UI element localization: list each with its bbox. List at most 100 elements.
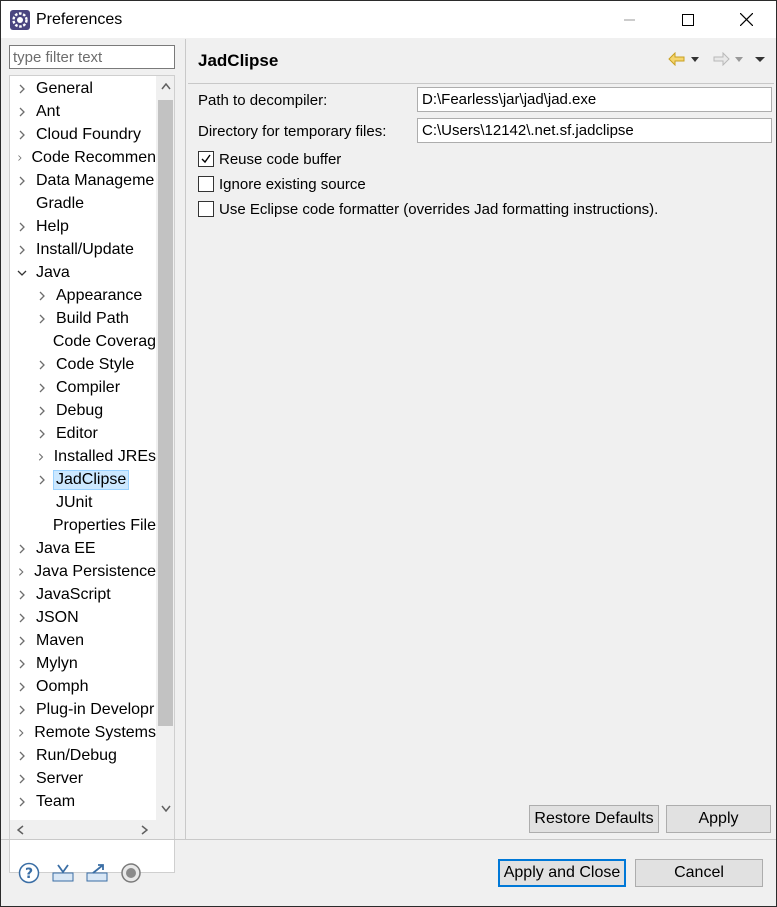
chevron-down-icon[interactable] <box>16 267 28 279</box>
scroll-left-button[interactable] <box>10 820 30 839</box>
tree-item[interactable]: Server <box>10 767 156 790</box>
chevron-right-icon[interactable] <box>16 727 26 739</box>
back-arrow-icon[interactable] <box>668 52 686 66</box>
chevron-right-icon[interactable] <box>36 382 48 394</box>
chevron-right-icon[interactable] <box>16 152 24 164</box>
tree-item[interactable]: Installed JREs <box>10 445 156 468</box>
chevron-right-icon[interactable] <box>16 589 28 601</box>
chevron-right-icon[interactable] <box>36 313 48 325</box>
chevron-right-icon[interactable] <box>16 750 28 762</box>
tree-item[interactable]: Java <box>10 261 156 284</box>
tree-item[interactable]: Java EE <box>10 537 156 560</box>
minimize-button[interactable] <box>601 1 659 38</box>
scroll-down-button[interactable] <box>156 798 174 818</box>
tree-vertical-scrollbar[interactable] <box>156 76 174 820</box>
chevron-right-icon[interactable] <box>16 681 28 693</box>
import-button[interactable] <box>50 861 76 885</box>
tree-item[interactable]: Properties File <box>10 514 156 537</box>
chevron-right-icon[interactable] <box>16 83 28 95</box>
scroll-right-button[interactable] <box>134 820 154 839</box>
forward-arrow-icon[interactable] <box>712 52 730 66</box>
temp-directory-label: Directory for temporary files: <box>198 123 387 140</box>
cancel-button[interactable]: Cancel <box>635 859 763 887</box>
eclipse-formatter-label: Use Eclipse code formatter (overrides Ja… <box>219 200 659 218</box>
tree-item[interactable]: General <box>10 77 156 100</box>
tree-item[interactable]: Mylyn <box>10 652 156 675</box>
temp-directory-input[interactable]: C:\Users\12142\.net.sf.jadclipse <box>417 118 772 143</box>
export-button[interactable] <box>84 861 110 885</box>
chevron-right-icon[interactable] <box>16 175 28 187</box>
chevron-right-icon[interactable] <box>16 543 28 555</box>
chevron-right-icon[interactable] <box>16 566 26 578</box>
chevron-right-icon[interactable] <box>16 221 28 233</box>
scroll-thumb[interactable] <box>158 100 173 726</box>
chevron-right-icon[interactable] <box>16 106 28 118</box>
apply-button[interactable]: Apply <box>666 805 771 833</box>
chevron-right-icon[interactable] <box>16 129 28 141</box>
tree-item[interactable]: Ant <box>10 100 156 123</box>
tree-horizontal-scrollbar[interactable] <box>10 820 156 839</box>
page-title: JadClipse <box>198 51 279 70</box>
record-button[interactable] <box>118 861 144 885</box>
chevron-right-icon[interactable] <box>16 773 28 785</box>
tree-item[interactable]: Java Persistence <box>10 560 156 583</box>
tree-item-label: Ant <box>36 102 61 120</box>
preferences-window: Preferences General Ant Cloud Foundry Code … <box>0 0 777 907</box>
tree-item[interactable]: Code Style <box>10 353 156 376</box>
tree-item[interactable]: Code Coverag <box>10 330 156 353</box>
eclipse-formatter-option[interactable]: Use Eclipse code formatter (overrides Ja… <box>198 199 658 219</box>
chevron-right-icon[interactable] <box>36 428 48 440</box>
tree-item[interactable]: Editor <box>10 422 156 445</box>
maximize-button[interactable] <box>659 1 717 38</box>
close-button[interactable] <box>717 1 775 38</box>
tree-item[interactable]: JUnit <box>10 491 156 514</box>
tree-item[interactable]: Plug-in Developr <box>10 698 156 721</box>
chevron-right-icon[interactable] <box>16 635 28 647</box>
tree-item[interactable]: Team <box>10 790 156 813</box>
tree-item[interactable]: Code Recommen <box>10 146 156 169</box>
chevron-right-icon[interactable] <box>36 359 48 371</box>
tree-item[interactable]: Gradle <box>10 192 156 215</box>
help-button[interactable]: ? <box>16 861 42 885</box>
restore-defaults-button[interactable]: Restore Defaults <box>529 805 659 833</box>
chevron-right-icon[interactable] <box>16 244 28 256</box>
tree-item[interactable]: Build Path <box>10 307 156 330</box>
tree-item[interactable]: Data Manageme <box>10 169 156 192</box>
tree-item[interactable]: Remote Systems <box>10 721 156 744</box>
tree-item[interactable]: Run/Debug <box>10 744 156 767</box>
view-menu-icon[interactable] <box>754 52 766 66</box>
scroll-up-button[interactable] <box>156 76 174 96</box>
ignore-existing-source-option[interactable]: Ignore existing source <box>198 174 366 194</box>
tree-item[interactable]: Compiler <box>10 376 156 399</box>
eclipse-formatter-checkbox[interactable] <box>198 201 214 217</box>
dropdown-icon[interactable] <box>690 52 700 66</box>
tree-item[interactable]: Oomph <box>10 675 156 698</box>
dropdown-icon[interactable] <box>734 52 744 66</box>
tree-item[interactable]: Appearance <box>10 284 156 307</box>
chevron-right-icon[interactable] <box>36 290 48 302</box>
chevron-right-icon[interactable] <box>16 796 28 808</box>
chevron-right-icon[interactable] <box>16 704 28 716</box>
tree-item-label: Oomph <box>36 677 89 695</box>
chevron-right-icon[interactable] <box>36 451 46 463</box>
chevron-right-icon[interactable] <box>16 612 28 624</box>
reuse-code-buffer-checkbox[interactable] <box>198 151 214 167</box>
apply-and-close-button[interactable]: Apply and Close <box>498 859 626 887</box>
tree-item[interactable]: JadClipse <box>10 468 156 491</box>
tree-item[interactable]: JavaScript <box>10 583 156 606</box>
ignore-existing-source-checkbox[interactable] <box>198 176 214 192</box>
chevron-right-icon[interactable] <box>36 405 48 417</box>
tree-item-label: Plug-in Developr <box>36 700 155 718</box>
tree-item[interactable]: Maven <box>10 629 156 652</box>
chevron-right-icon[interactable] <box>16 658 28 670</box>
page-header: JadClipse <box>186 39 776 79</box>
tree-item[interactable]: JSON <box>10 606 156 629</box>
reuse-code-buffer-option[interactable]: Reuse code buffer <box>198 149 341 169</box>
tree-item[interactable]: Cloud Foundry <box>10 123 156 146</box>
tree-item[interactable]: Debug <box>10 399 156 422</box>
tree-item[interactable]: Help <box>10 215 156 238</box>
tree-item[interactable]: Install/Update <box>10 238 156 261</box>
decompiler-path-input[interactable]: D:\Fearless\jar\jad\jad.exe <box>417 87 772 112</box>
chevron-right-icon[interactable] <box>36 474 48 486</box>
filter-input[interactable] <box>9 45 175 69</box>
